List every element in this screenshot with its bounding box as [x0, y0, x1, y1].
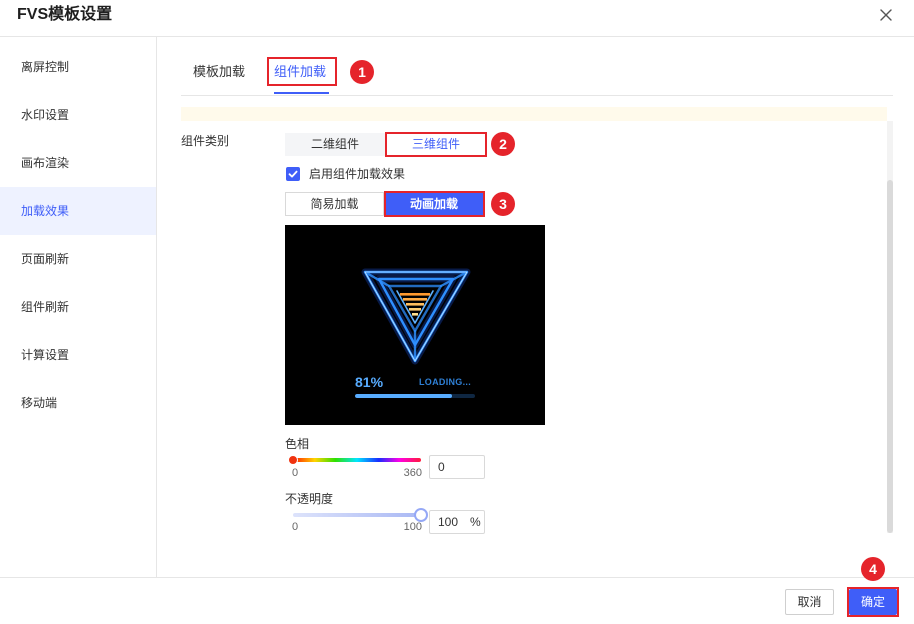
hue-min-label: 0	[292, 467, 299, 479]
notice-bar	[181, 107, 887, 121]
tab-bar-divider	[181, 95, 893, 96]
opacity-handle[interactable]	[414, 508, 428, 522]
loading-text: LOADING...	[419, 377, 471, 387]
option-3d-component[interactable]: 三维组件	[386, 133, 486, 156]
opacity-input[interactable]	[430, 511, 468, 533]
footer-divider	[0, 577, 914, 578]
logo-stripe	[403, 298, 427, 301]
sidebar-item-offscreen-control[interactable]: 离屏控制	[0, 43, 156, 91]
tab-active-indicator	[274, 92, 329, 94]
sidebar-item-mobile[interactable]: 移动端	[0, 379, 156, 427]
opacity-field[interactable]: %	[429, 510, 485, 534]
sidebar-item-calculation[interactable]: 计算设置	[0, 331, 156, 379]
sidebar-item-loading-effect[interactable]: 加载效果	[0, 187, 156, 235]
progress-fill	[355, 394, 453, 398]
annotation-marker-2: 2	[491, 132, 515, 156]
opacity-min-label: 0	[292, 521, 299, 533]
option-animated-loading[interactable]: 动画加载	[384, 192, 484, 216]
hue-slider[interactable]	[288, 455, 421, 465]
tab-template-loading[interactable]: 模板加载	[193, 62, 245, 82]
hue-label: 色相	[285, 437, 310, 451]
sidebar-item-page-refresh[interactable]: 页面刷新	[0, 235, 156, 283]
option-2d-component[interactable]: 二维组件	[285, 133, 385, 156]
logo-stripe	[409, 308, 421, 311]
loading-preview: 81% LOADING...	[285, 225, 545, 425]
opacity-label: 不透明度	[285, 492, 334, 506]
sidebar-item-watermark[interactable]: 水印设置	[0, 91, 156, 139]
cancel-button[interactable]: 取消	[785, 589, 834, 615]
enable-effect-label[interactable]: 启用组件加载效果	[309, 166, 405, 182]
option-simple-loading[interactable]: 简易加载	[285, 192, 384, 216]
scrollbar-thumb[interactable]	[887, 180, 893, 533]
opacity-slider[interactable]	[293, 508, 428, 522]
hue-input[interactable]	[429, 455, 485, 479]
progress-track	[355, 394, 475, 398]
loading-percent: 81%	[355, 374, 384, 390]
enable-effect-checkbox[interactable]	[286, 167, 300, 181]
component-type-label: 组件类别	[181, 134, 230, 148]
settings-sidebar: 离屏控制 水印设置 画布渲染 加载效果 页面刷新 组件刷新 计算设置 移动端	[0, 37, 157, 577]
check-icon	[288, 170, 298, 178]
sidebar-item-component-refresh[interactable]: 组件刷新	[0, 283, 156, 331]
opacity-range-labels: 0 100	[292, 521, 422, 533]
opacity-track[interactable]	[293, 513, 421, 517]
hue-handle[interactable]	[288, 455, 298, 465]
hue-range-labels: 0 360	[292, 467, 422, 479]
sidebar-item-canvas-render[interactable]: 画布渲染	[0, 139, 156, 187]
opacity-unit: %	[470, 515, 481, 529]
annotation-marker-1: 1	[350, 60, 374, 84]
annotation-marker-3: 3	[491, 192, 515, 216]
logo-stripe	[400, 293, 430, 296]
hue-max-label: 360	[403, 467, 422, 479]
tab-component-loading[interactable]: 组件加载	[274, 62, 326, 82]
logo-stripe	[406, 303, 424, 306]
close-icon[interactable]	[879, 8, 893, 22]
dialog-title: FVS模板设置	[17, 6, 113, 23]
hue-track[interactable]	[293, 458, 421, 462]
logo-stripe	[412, 313, 418, 316]
opacity-max-label: 100	[403, 521, 422, 533]
confirm-button[interactable]: 确定	[849, 589, 897, 615]
sidebar-list: 离屏控制 水印设置 画布渲染 加载效果 页面刷新 组件刷新 计算设置 移动端	[0, 43, 156, 427]
